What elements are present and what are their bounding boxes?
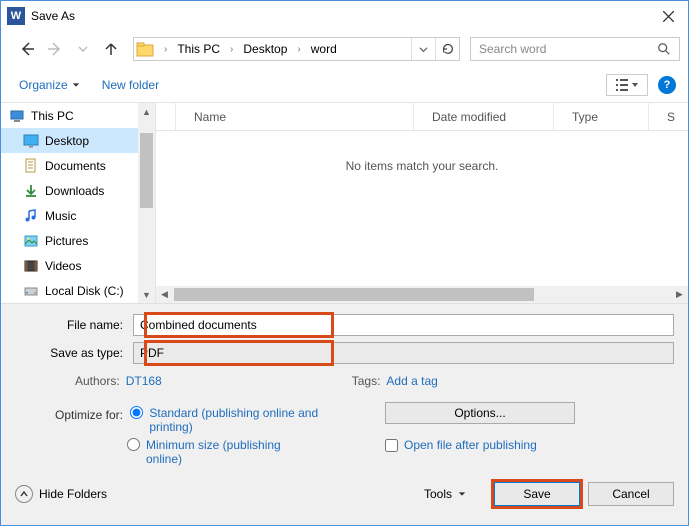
- up-button[interactable]: [99, 37, 123, 61]
- optimize-minimum-label[interactable]: Minimum size (publishing online): [146, 438, 316, 466]
- music-icon: [23, 208, 39, 224]
- authors-label: Authors:: [75, 374, 120, 388]
- folder-tree: This PC Desktop Documents Downloads Music Pic…: [1, 103, 156, 303]
- col-date[interactable]: Date modified: [414, 103, 554, 130]
- close-button[interactable]: [648, 1, 688, 31]
- col-name[interactable]: Name: [176, 103, 414, 130]
- col-type[interactable]: Type: [554, 103, 649, 130]
- breadcrumb-desktop[interactable]: Desktop: [239, 42, 291, 56]
- tags-value[interactable]: Add a tag: [386, 374, 437, 388]
- search-input[interactable]: [471, 41, 649, 57]
- address-bar[interactable]: › This PC › Desktop › word: [133, 37, 460, 61]
- file-name-label: File name:: [15, 318, 127, 332]
- desktop-icon: [23, 133, 39, 149]
- optimize-for-label: Optimize for:: [55, 408, 123, 422]
- empty-message: No items match your search.: [156, 131, 688, 286]
- tree-item-local-disk-c-[interactable]: Local Disk (C:): [1, 278, 155, 303]
- breadcrumb-word[interactable]: word: [307, 42, 341, 56]
- back-button[interactable]: [15, 37, 39, 61]
- tools-menu[interactable]: Tools: [424, 487, 466, 501]
- column-headers[interactable]: Name Date modified Type S: [156, 103, 688, 131]
- view-options-button[interactable]: [606, 74, 648, 96]
- chevron-right-icon[interactable]: ›: [160, 44, 171, 55]
- tree-item-label: Downloads: [45, 184, 104, 198]
- scroll-left-icon[interactable]: ◀: [156, 289, 173, 300]
- save-as-type-combo[interactable]: PDF: [133, 342, 674, 364]
- optimize-standard-label[interactable]: Standard (publishing online and printing…: [149, 406, 319, 434]
- address-dropdown[interactable]: [411, 38, 435, 60]
- tree-item-label: Documents: [45, 159, 106, 173]
- search-box[interactable]: [470, 37, 680, 61]
- cancel-button[interactable]: Cancel: [588, 482, 674, 506]
- open-after-label[interactable]: Open file after publishing: [404, 438, 537, 452]
- tree-item-downloads[interactable]: Downloads: [1, 178, 155, 203]
- scroll-right-icon[interactable]: ▶: [671, 289, 688, 300]
- tree-item-label: Local Disk (C:): [45, 284, 124, 298]
- folder-icon: [134, 38, 156, 60]
- tree-item-documents[interactable]: Documents: [1, 153, 155, 178]
- hide-folders-button[interactable]: Hide Folders: [15, 485, 107, 503]
- refresh-button[interactable]: [435, 38, 459, 60]
- tree-item-music[interactable]: Music: [1, 203, 155, 228]
- pc-icon: [9, 108, 25, 124]
- file-name-input[interactable]: [133, 314, 674, 336]
- scroll-up-icon[interactable]: ▲: [138, 103, 155, 120]
- optimize-minimum-radio[interactable]: [127, 438, 140, 451]
- optimize-standard-radio[interactable]: [130, 406, 143, 419]
- tags-label: Tags:: [352, 374, 381, 388]
- tree-item-videos[interactable]: Videos: [1, 253, 155, 278]
- tree-item-label: Pictures: [45, 234, 88, 248]
- tree-item-desktop[interactable]: Desktop: [1, 128, 155, 153]
- forward-button[interactable]: [43, 37, 67, 61]
- title-bar: W Save As: [1, 1, 688, 31]
- word-app-icon: W: [7, 7, 25, 25]
- col-size[interactable]: S: [649, 103, 688, 130]
- tree-item-label: Music: [45, 209, 76, 223]
- scroll-thumb[interactable]: [140, 133, 153, 208]
- options-button[interactable]: Options...: [385, 402, 575, 424]
- help-button[interactable]: ?: [658, 76, 676, 94]
- authors-value[interactable]: DT168: [126, 374, 162, 388]
- tree-item-label: This PC: [31, 109, 74, 123]
- tree-item-pictures[interactable]: Pictures: [1, 228, 155, 253]
- scroll-thumb[interactable]: [174, 288, 534, 301]
- save-panel: File name: Save as type: PDF Authors: DT…: [1, 303, 688, 525]
- chevron-right-icon[interactable]: ›: [293, 44, 304, 55]
- videos-icon: [23, 258, 39, 274]
- scroll-down-icon[interactable]: ▼: [138, 286, 155, 303]
- pictures-icon: [23, 233, 39, 249]
- organize-menu[interactable]: Organize: [19, 78, 80, 92]
- search-icon[interactable]: [649, 42, 679, 56]
- downloads-icon: [23, 183, 39, 199]
- chevron-right-icon[interactable]: ›: [226, 44, 237, 55]
- documents-icon: [23, 158, 39, 174]
- tree-item-label: Desktop: [45, 134, 89, 148]
- open-after-checkbox[interactable]: [385, 439, 398, 452]
- window-title: Save As: [31, 9, 648, 23]
- new-folder-button[interactable]: New folder: [102, 78, 159, 92]
- tree-item-label: Videos: [45, 259, 81, 273]
- nav-row: › This PC › Desktop › word: [1, 31, 688, 67]
- save-as-type-label: Save as type:: [15, 346, 127, 360]
- recent-dropdown[interactable]: [71, 37, 95, 61]
- horizontal-scrollbar[interactable]: ◀ ▶: [156, 286, 688, 303]
- chevron-up-icon: [15, 485, 33, 503]
- save-button[interactable]: Save: [494, 482, 580, 506]
- breadcrumb-this-pc[interactable]: This PC: [173, 42, 224, 56]
- file-list-pane: Name Date modified Type S No items match…: [156, 103, 688, 303]
- toolbar: Organize New folder ?: [1, 67, 688, 103]
- tree-item-this-pc[interactable]: This PC: [1, 103, 155, 128]
- disk-icon: [23, 283, 39, 299]
- tree-scrollbar[interactable]: ▲▼: [138, 103, 155, 303]
